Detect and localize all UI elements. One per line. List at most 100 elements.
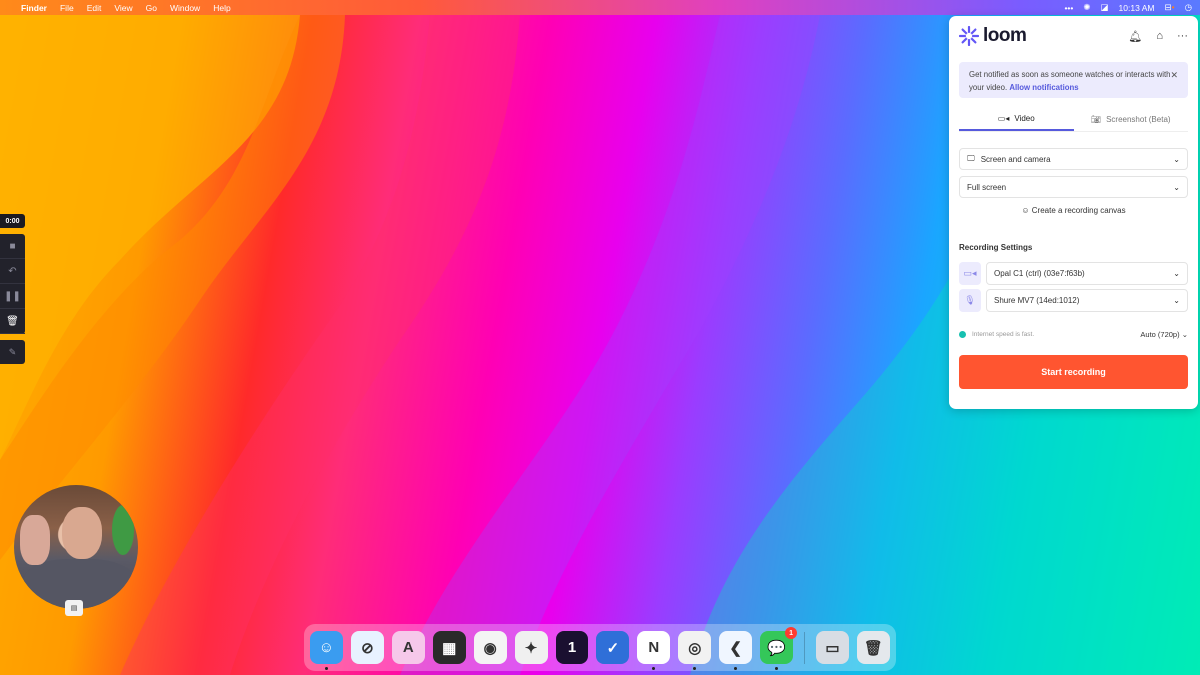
restart-icon[interactable]: ↶: [0, 259, 25, 284]
things-icon: ✓: [606, 639, 620, 657]
close-icon[interactable]: ✕: [1170, 69, 1178, 82]
recording-mode-value: Screen and camera: [980, 154, 1051, 164]
notion-icon: N: [648, 639, 660, 656]
1password-icon: 1: [567, 639, 577, 656]
dock-app-trash[interactable]: 🗑: [856, 631, 890, 664]
dock-app-arc[interactable]: A: [391, 631, 425, 664]
clock[interactable]: 10:13 AM: [1119, 3, 1155, 13]
microphone-value: Shure MV7 (14ed:1012): [994, 296, 1080, 305]
dock-app-safari[interactable]: ⊘: [350, 631, 384, 664]
running-indicator: [775, 667, 779, 670]
draw-pencil-icon[interactable]: ✎: [0, 340, 25, 364]
tab-screenshot[interactable]: 📷︎ Screenshot (Beta): [1074, 108, 1189, 131]
menu-edit[interactable]: Edit: [87, 3, 102, 13]
mic-row: 🎙︎ Shure MV7 (14ed:1012) ⌄: [959, 289, 1188, 312]
status-dot: [959, 331, 966, 338]
dock-app-notion[interactable]: N: [637, 631, 671, 670]
screen-time-icon[interactable]: ◷: [1185, 2, 1192, 13]
palette-icon: ☺: [1021, 206, 1030, 215]
face-image: [62, 507, 102, 559]
menu-app-name[interactable]: Finder: [21, 3, 47, 13]
camera-row: ▭◂ Opal C1 (ctrl) (03e7:f63b) ⌄: [959, 262, 1188, 285]
messages-icon: 💬: [767, 639, 786, 657]
notification-badge: 1: [785, 627, 798, 639]
chevron-down-icon: ⌄: [1173, 154, 1180, 164]
pause-icon[interactable]: ❚❚: [0, 284, 25, 309]
dock-separator: [804, 631, 806, 664]
loom-logo: loom: [959, 25, 1027, 47]
control-center-icon[interactable]: ◪: [1101, 2, 1109, 13]
dock-app-final-cut-pro[interactable]: ▦: [432, 631, 466, 664]
hand-image: [20, 515, 50, 565]
camera-bubble[interactable]: [14, 485, 138, 609]
create-canvas-label: Create a recording canvas: [1031, 206, 1126, 215]
start-recording-button[interactable]: Start recording: [959, 355, 1188, 389]
microphone-select[interactable]: Shure MV7 (14ed:1012) ⌄: [986, 289, 1188, 312]
plant-image: [112, 505, 134, 555]
menu-file[interactable]: File: [60, 3, 74, 13]
screen-camera-icon: 🖵: [967, 154, 975, 163]
recording-mode-select[interactable]: 🖵 Screen and camera ⌄: [959, 148, 1188, 170]
screen-area-select[interactable]: Full screen ⌄: [959, 176, 1188, 198]
internet-speed-text: Internet speed is fast.: [972, 331, 1035, 338]
create-canvas-link[interactable]: ☺ Create a recording canvas: [949, 206, 1198, 215]
video-camera-icon: ▭◂: [997, 114, 1010, 123]
recording-settings-title: Recording Settings: [959, 243, 1033, 252]
tab-video[interactable]: ▭◂ Video: [959, 108, 1074, 131]
allow-notifications-link[interactable]: Allow notifications: [1009, 83, 1078, 92]
bell-icon[interactable]: 🔔︎: [1128, 30, 1142, 43]
dock-app-finder[interactable]: ☺: [310, 631, 343, 670]
menu-bar: Finder File Edit View Go Window Help •••…: [0, 0, 1200, 15]
bubble-size-button[interactable]: ▤: [65, 600, 83, 616]
chevron-down-icon: ⌄: [1173, 182, 1180, 192]
camera-value: Opal C1 (ctrl) (03e7:f63b): [994, 269, 1085, 278]
dock-app-scanner[interactable]: ▭: [816, 631, 849, 664]
running-indicator: [652, 667, 656, 670]
trash-icon: 🗑: [863, 639, 883, 657]
loom-status-icon[interactable]: ✺: [1083, 2, 1090, 13]
loom-header: loom 🔔︎ ⌂ ···: [949, 16, 1198, 56]
microphone-icon[interactable]: 🎙︎: [959, 289, 981, 312]
chevron-down-icon: ⌄: [1181, 330, 1188, 339]
quality-select[interactable]: Auto (720p) ⌄: [1140, 330, 1188, 339]
chevron-down-icon: ⌄: [1173, 269, 1180, 278]
menu-window[interactable]: Window: [170, 3, 200, 13]
trash-icon[interactable]: 🗑︎: [0, 309, 25, 334]
tab-screenshot-label: Screenshot (Beta): [1106, 115, 1171, 124]
loom-panel: loom 🔔︎ ⌂ ··· Get notified as soon as so…: [949, 16, 1198, 409]
dock-app-messages[interactable]: 💬 1: [760, 627, 798, 670]
menu-go[interactable]: Go: [146, 3, 157, 13]
menu-view[interactable]: View: [114, 3, 132, 13]
loom-brand: loom: [983, 25, 1027, 46]
running-indicator: [734, 667, 738, 670]
dock-app-vs-code[interactable]: ❮: [719, 631, 753, 670]
dock-app-claquette[interactable]: ◉: [473, 631, 507, 664]
dock-app-chrome[interactable]: ◎: [678, 631, 712, 670]
chrome-icon: ◎: [688, 639, 702, 657]
finder-icon: ☺: [318, 639, 335, 656]
tab-video-label: Video: [1014, 114, 1035, 123]
menu-help[interactable]: Help: [213, 3, 230, 13]
more-options-icon[interactable]: ···: [1177, 30, 1188, 42]
internet-speed-row: Internet speed is fast. Auto (720p) ⌄: [959, 330, 1188, 339]
home-icon[interactable]: ⌂: [1156, 30, 1163, 42]
mode-tabs: ▭◂ Video 📷︎ Screenshot (Beta): [959, 108, 1188, 132]
recording-timer: 0:00: [0, 214, 25, 228]
quality-value: Auto (720p): [1140, 330, 1180, 339]
safari-icon: ⊘: [361, 639, 374, 657]
screen-area-value: Full screen: [967, 182, 1007, 192]
camera-toggle-icon[interactable]: ▭◂: [959, 262, 981, 285]
more-icon[interactable]: •••: [1064, 3, 1073, 13]
dock-app-things[interactable]: ✓: [596, 631, 630, 664]
stop-icon[interactable]: ■: [0, 234, 25, 259]
dock-app-1password[interactable]: 1: [555, 631, 589, 664]
recording-status-icon[interactable]: ⊟•: [1164, 2, 1174, 13]
final-cut-pro-icon: ▦: [442, 639, 457, 657]
running-indicator: [693, 667, 697, 670]
camera-icon: 📷︎: [1090, 115, 1102, 124]
dock-app-figma[interactable]: ✦: [514, 631, 548, 664]
camera-select[interactable]: Opal C1 (ctrl) (03e7:f63b) ⌄: [986, 262, 1188, 285]
figma-icon: ✦: [524, 639, 538, 657]
recording-controls: ■ ↶ ❚❚ 🗑︎: [0, 234, 25, 334]
running-indicator: [325, 667, 328, 670]
